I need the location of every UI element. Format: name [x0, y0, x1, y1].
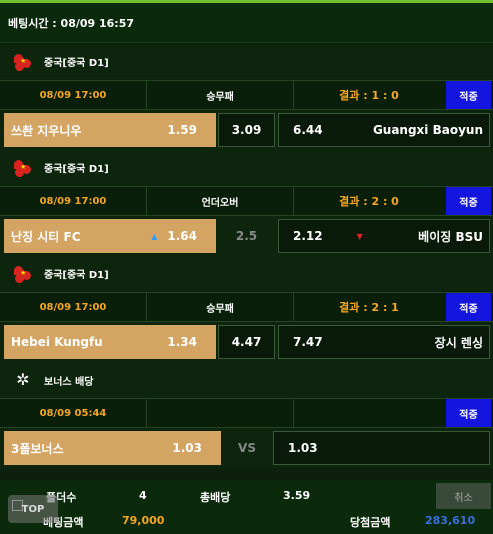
league-header-3: ★ 중국[중국 D1]: [0, 256, 493, 291]
under-odds-button[interactable]: 난징 시티 FC ▲ 1.64: [4, 219, 216, 253]
bonus-odds: 1.03: [172, 441, 202, 455]
game-info-row-1: 08/09 17:00 승무패 결과 : 1 : 0 적중: [0, 80, 493, 110]
over-odds-button[interactable]: 2.12 ▼ 베이징 BSU: [278, 219, 490, 253]
bonus-label: 보너스 배당: [44, 376, 94, 388]
bet-row-1: 쓰촨 지우니우 1.59 3.09 6.44 Guangxi Baoyun: [0, 110, 493, 150]
handicap-line: 2.5: [235, 229, 258, 243]
bonus-info-row: 08/09 05:44 적중: [0, 398, 493, 428]
win-amount-value: 283,610: [425, 514, 476, 527]
game-info-row-3: 08/09 17:00 승무패 결과 : 2 : 1 적중: [0, 292, 493, 322]
league-header-1: ★ 중국[중국 D1]: [0, 44, 493, 79]
game-result: 결과 : 2 : 1: [339, 301, 399, 314]
total-odds-value: 3.59: [283, 489, 311, 502]
draw-odds-button[interactable]: 4.47: [218, 325, 275, 359]
bonus-time: 08/09 05:44: [0, 399, 147, 427]
draw-odds: 4.47: [231, 335, 262, 349]
folders-count: 4: [139, 489, 147, 502]
game-result: 결과 : 2 : 0: [339, 195, 399, 208]
china-flag-icon: ★: [12, 265, 34, 284]
bet-amount-value: 79,000: [122, 514, 165, 527]
league-name: 중국[중국 D1]: [44, 58, 109, 69]
scroll-top-button[interactable]: TOP: [8, 495, 58, 523]
china-flag-icon: ★: [12, 53, 34, 72]
bonus-away-button[interactable]: 1.03: [273, 431, 490, 465]
market-type: 승무패: [147, 81, 294, 109]
home-team: Hebei Kungfu: [11, 335, 103, 349]
bonus-name: 3폴보너스: [11, 441, 64, 456]
league-header-2: ★ 중국[중국 D1]: [0, 150, 493, 185]
bet-row-3: Hebei Kungfu 1.34 4.47 7.47 장시 렌싱: [0, 322, 493, 362]
home-odds: 1.64: [167, 229, 197, 243]
away-team: Guangxi Baoyun: [372, 123, 483, 137]
away-odds-button[interactable]: 6.44 Guangxi Baoyun: [278, 113, 490, 147]
hit-badge: 적중: [446, 187, 491, 215]
away-odds-button[interactable]: 7.47 장시 렌싱: [278, 325, 490, 359]
cancel-button[interactable]: 취소: [436, 483, 491, 509]
bonus-header: ✲ 보너스 배당: [0, 362, 493, 398]
arrow-up-icon: ▲: [151, 231, 158, 241]
china-flag-icon: ★: [12, 159, 34, 178]
sparkle-icon: ✲: [16, 370, 30, 389]
bet-time-header: 베팅시간 : 08/09 16:57: [0, 3, 493, 43]
bonus-bet-row: 3폴보너스 1.03 VS 1.03: [0, 428, 493, 468]
bonus-result: [294, 399, 444, 427]
bonus-away-odds: 1.03: [288, 441, 318, 455]
game-info-row-2: 08/09 17:00 언더오버 결과 : 2 : 0 적중: [0, 186, 493, 216]
home-team: 난징 시티 FC: [11, 229, 81, 244]
away-team: 베이징 BSU: [418, 229, 483, 244]
hit-badge: 적중: [446, 399, 491, 427]
home-team: 쓰촨 지우니우: [11, 123, 82, 138]
win-amount-label: 당첨금액: [350, 516, 391, 529]
bet-row-2: 난징 시티 FC ▲ 1.64 2.5 2.12 ▼ 베이징 BSU: [0, 216, 493, 256]
bonus-market: [147, 399, 294, 427]
draw-odds-button[interactable]: 3.09: [218, 113, 275, 147]
home-odds: 1.59: [167, 123, 197, 137]
vs-label: VS: [238, 441, 256, 455]
game-time: 08/09 17:00: [0, 293, 147, 321]
bonus-odds-button[interactable]: 3폴보너스 1.03: [4, 431, 221, 465]
handicap-value: 2.5: [218, 219, 275, 253]
home-odds-button[interactable]: 쓰촨 지우니우 1.59: [4, 113, 216, 147]
league-name: 중국[중국 D1]: [44, 164, 109, 175]
bet-time-label: 베팅시간 : 08/09 16:57: [8, 16, 135, 30]
league-name: 중국[중국 D1]: [44, 270, 109, 281]
away-odds: 6.44: [293, 123, 323, 137]
game-time: 08/09 17:00: [0, 187, 147, 215]
home-odds: 1.34: [167, 335, 197, 349]
away-odds: 2.12: [293, 229, 323, 243]
game-time: 08/09 17:00: [0, 81, 147, 109]
total-odds-label: 총배당: [200, 491, 231, 504]
draw-odds: 3.09: [231, 123, 262, 137]
away-team: 장시 렌싱: [434, 335, 483, 350]
market-type: 승무패: [147, 293, 294, 321]
hit-badge: 적중: [446, 81, 491, 109]
market-type: 언더오버: [147, 187, 294, 215]
away-odds: 7.47: [293, 335, 323, 349]
home-odds-button[interactable]: Hebei Kungfu 1.34: [4, 325, 216, 359]
game-result: 결과 : 1 : 0: [339, 89, 399, 102]
bet-summary-footer: 폴더수 4 총배당 3.59 취소 베팅금액 79,000 당첨금액 283,6…: [0, 480, 493, 534]
hit-badge: 적중: [446, 293, 491, 321]
